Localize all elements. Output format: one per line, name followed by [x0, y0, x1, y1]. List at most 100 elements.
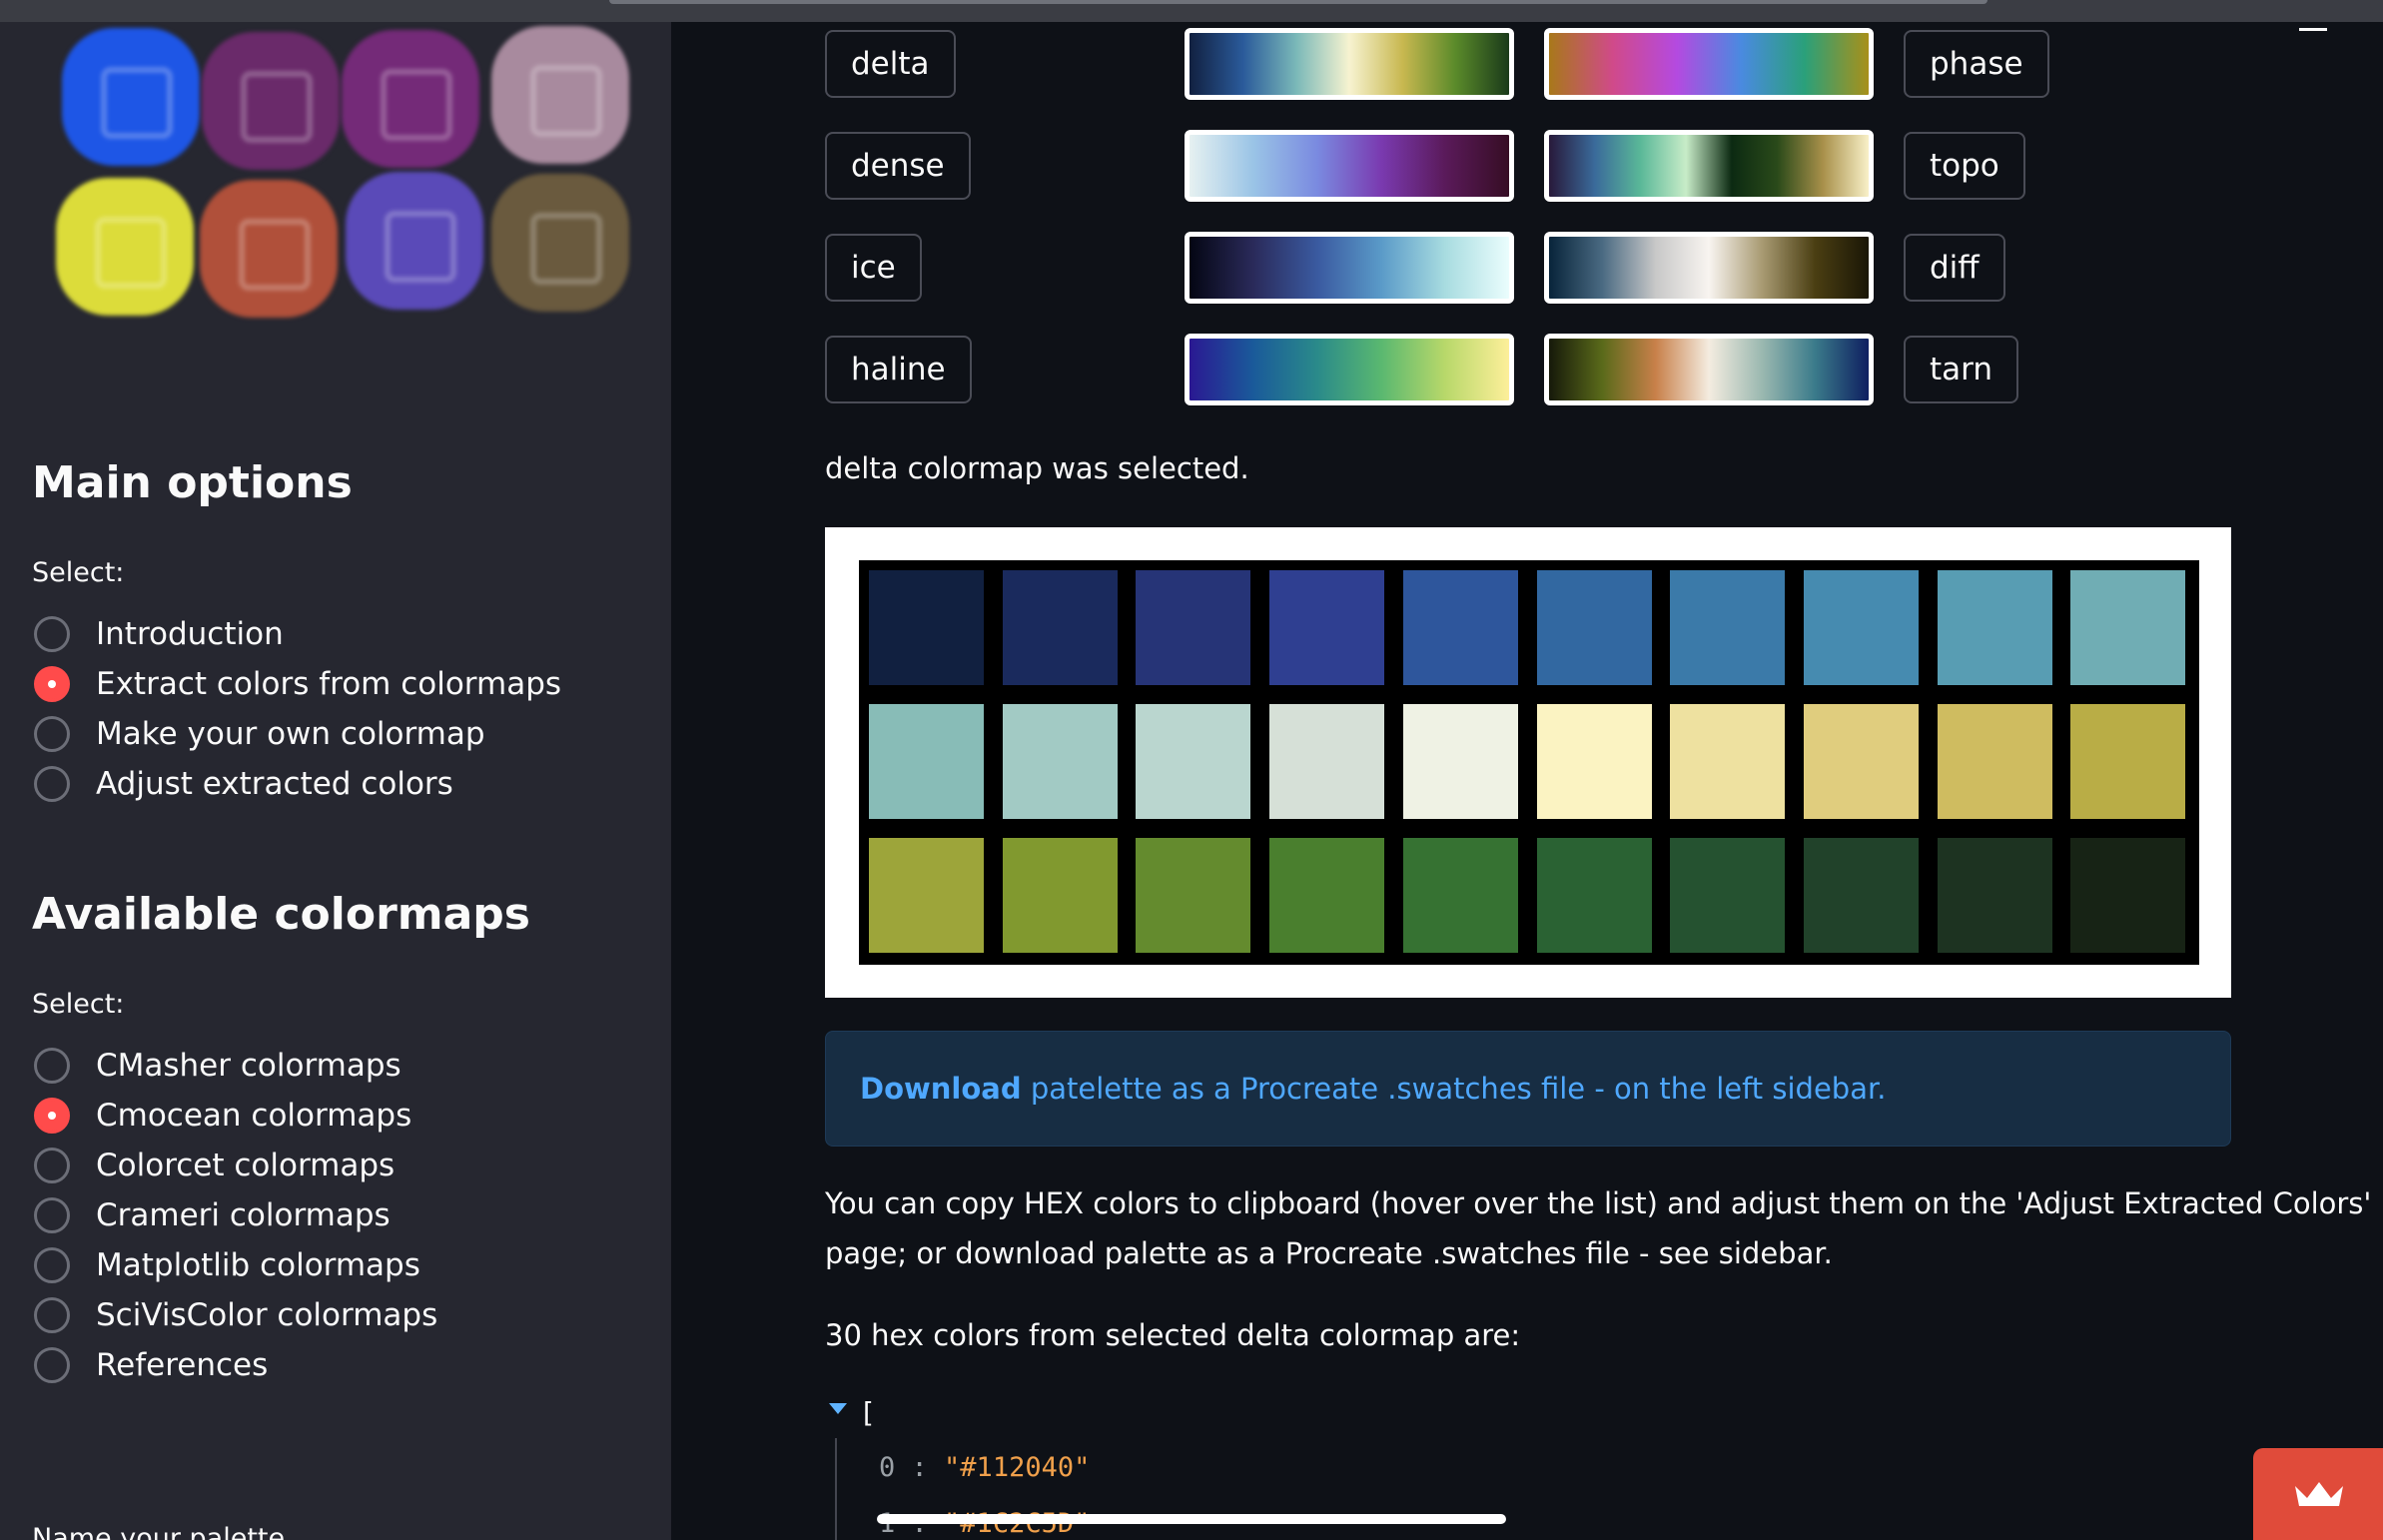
main-options-option-0[interactable]: Introduction: [34, 609, 561, 659]
selected-colormap-message: delta colormap was selected.: [825, 451, 1249, 485]
main-options-option-label: Extract colors from colormaps: [96, 666, 562, 702]
color-swatch: [1136, 704, 1251, 819]
json-row[interactable]: 0 : "#112040": [879, 1452, 1090, 1483]
radio-button-icon[interactable]: [34, 1098, 70, 1134]
colormap-family-option-3[interactable]: Crameri colormaps: [34, 1190, 437, 1240]
colormap-family-option-label: Cmocean colormaps: [96, 1098, 412, 1134]
radio-button-icon[interactable]: [34, 716, 70, 752]
radio-button-icon[interactable]: [34, 1297, 70, 1333]
color-swatch: [1002, 570, 1118, 685]
color-swatch: [1937, 704, 2052, 819]
colormap-preview-haline[interactable]: [1185, 334, 1514, 405]
colormap-button-dense[interactable]: dense: [825, 132, 971, 200]
main-options-select-label: Select:: [32, 557, 125, 588]
available-colormaps-radio-group: CMasher colormaps Cmocean colormaps Colorc…: [34, 1041, 437, 1390]
colormap-button-phase[interactable]: phase: [1904, 30, 2049, 98]
color-swatch: [869, 570, 984, 685]
radio-button-icon[interactable]: [34, 1247, 70, 1283]
colormap-preview-topo[interactable]: [1544, 130, 1874, 202]
logo-blob-violet: [346, 172, 483, 310]
colormap-family-option-6[interactable]: References: [34, 1340, 437, 1390]
json-key: 0: [879, 1452, 896, 1483]
main-options-option-2[interactable]: Make your own colormap: [34, 709, 561, 759]
colormap-family-option-2[interactable]: Colorcet colormaps: [34, 1141, 437, 1190]
colormap-button-diff[interactable]: diff: [1904, 234, 2005, 302]
radio-button-icon[interactable]: [34, 1347, 70, 1383]
colormap-preview-diff[interactable]: [1544, 232, 1874, 304]
color-swatch: [1269, 838, 1385, 953]
crown-icon: [2295, 1482, 2343, 1506]
available-colormaps-heading: Available colormaps: [32, 889, 530, 940]
logo-blob-olive: [491, 174, 629, 312]
colormap-family-option-0[interactable]: CMasher colormaps: [34, 1041, 437, 1091]
color-swatch: [2070, 704, 2186, 819]
colormap-preview-ice[interactable]: [1185, 232, 1514, 304]
radio-button-icon[interactable]: [34, 666, 70, 702]
colormap-family-option-label: Matplotlib colormaps: [96, 1247, 420, 1283]
swatch-image: [825, 527, 2231, 998]
sidebar: Main options Select: Introduction Extract…: [0, 22, 671, 1540]
colormap-button-ice[interactable]: ice: [825, 234, 922, 302]
color-swatch: [869, 704, 984, 819]
collapse-icon[interactable]: [2299, 28, 2327, 31]
color-swatch: [1937, 570, 2052, 685]
colormap-family-option-label: SciVisColor colormaps: [96, 1297, 438, 1333]
json-value: "#112040": [944, 1452, 1091, 1483]
color-swatch: [1269, 570, 1385, 685]
main-options-radio-group: Introduction Extract colors from colormap…: [34, 609, 561, 809]
radio-button-icon[interactable]: [34, 1048, 70, 1084]
color-swatch: [1803, 704, 1919, 819]
color-swatch: [1670, 570, 1786, 685]
colormap-preview-delta[interactable]: [1185, 28, 1514, 100]
available-colormaps-select-label: Select:: [32, 989, 125, 1020]
colormap-family-option-label: Colorcet colormaps: [96, 1148, 396, 1183]
colormap-family-option-1[interactable]: Cmocean colormaps: [34, 1091, 437, 1141]
colormap-preview-tarn[interactable]: [1544, 334, 1874, 405]
download-info-box: Download patelette as a Procreate .swatc…: [825, 1031, 2231, 1147]
color-swatch: [1402, 704, 1518, 819]
colormap-button-haline[interactable]: haline: [825, 336, 972, 403]
color-swatch: [1536, 838, 1652, 953]
colormap-family-option-4[interactable]: Matplotlib colormaps: [34, 1240, 437, 1290]
top-bar: [0, 0, 2383, 22]
main-options-option-3[interactable]: Adjust extracted colors: [34, 759, 561, 809]
colormap-preview-dense[interactable]: [1185, 130, 1514, 202]
json-open-bracket: [: [859, 1396, 876, 1429]
main-options-option-label: Make your own colormap: [96, 716, 485, 752]
swatch-grid: [859, 560, 2199, 965]
radio-button-icon[interactable]: [34, 616, 70, 652]
streamlit-menu-button[interactable]: [2253, 1448, 2383, 1540]
colormap-family-option-label: Crameri colormaps: [96, 1197, 391, 1233]
colormap-button-tarn[interactable]: tarn: [1904, 336, 2018, 403]
main-options-option-1[interactable]: Extract colors from colormaps: [34, 659, 561, 709]
logo-blob-orange: [200, 180, 338, 318]
main-options-option-label: Adjust extracted colors: [96, 766, 453, 802]
json-indent-rail: [835, 1438, 837, 1540]
logo-blob-purple: [202, 32, 340, 170]
main-options-heading: Main options: [32, 457, 353, 508]
top-bar-pill: [609, 0, 1987, 4]
color-swatch: [869, 838, 984, 953]
colormap-preview-phase[interactable]: [1544, 28, 1874, 100]
colormap-button-delta[interactable]: delta: [825, 30, 956, 98]
colormap-family-option-label: CMasher colormaps: [96, 1048, 401, 1084]
horizontal-scrollbar[interactable]: [877, 1514, 1506, 1524]
color-swatch: [1536, 570, 1652, 685]
color-swatch: [1536, 704, 1652, 819]
logo-blob-blue: [62, 28, 200, 166]
logo-blob-pink: [491, 26, 629, 164]
color-swatch: [1136, 570, 1251, 685]
colormap-family-option-5[interactable]: SciVisColor colormaps: [34, 1290, 437, 1340]
radio-button-icon[interactable]: [34, 1197, 70, 1233]
color-swatch: [2070, 838, 2186, 953]
download-link-bold: Download: [860, 1072, 1022, 1106]
radio-button-icon[interactable]: [34, 766, 70, 802]
json-collapse-toggle-icon[interactable]: [829, 1403, 847, 1414]
colormap-button-topo[interactable]: topo: [1904, 132, 2025, 200]
color-swatch: [1136, 838, 1251, 953]
main-options-option-label: Introduction: [96, 616, 284, 652]
color-swatch: [1269, 704, 1385, 819]
download-link[interactable]: Download patelette as a Procreate .swatc…: [860, 1072, 1886, 1106]
copy-instructions-line-1: You can copy HEX colors to clipboard (ho…: [825, 1186, 2372, 1220]
radio-button-icon[interactable]: [34, 1148, 70, 1183]
